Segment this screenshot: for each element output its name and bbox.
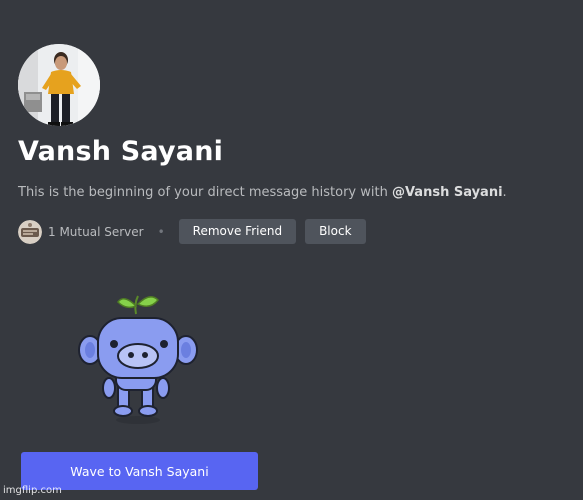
wumpus-icon xyxy=(78,295,198,424)
remove-friend-button[interactable]: Remove Friend xyxy=(178,219,297,244)
intro-suffix: . xyxy=(502,185,507,200)
wumpus-illustration xyxy=(78,290,204,426)
server-icon xyxy=(18,219,42,244)
dm-welcome-page: Vansh Sayani This is the beginning of yo… xyxy=(0,0,583,500)
intro-text: This is the beginning of your direct mes… xyxy=(18,185,392,200)
user-avatar-photo-icon xyxy=(18,44,100,126)
mutual-servers-label[interactable]: 1 Mutual Server xyxy=(48,225,144,239)
user-avatar[interactable] xyxy=(18,44,100,126)
imgflip-watermark: imgflip.com xyxy=(3,485,62,496)
block-button[interactable]: Block xyxy=(305,219,366,244)
mutual-server-icon[interactable] xyxy=(18,219,42,244)
dm-history-intro: This is the beginning of your direct mes… xyxy=(18,185,507,200)
user-mention[interactable]: @Vansh Sayani xyxy=(392,185,503,200)
separator-dot: • xyxy=(157,224,165,239)
profile-display-name: Vansh Sayani xyxy=(18,136,224,167)
profile-actions-row: 1 Mutual Server • Remove Friend Block xyxy=(18,219,366,244)
